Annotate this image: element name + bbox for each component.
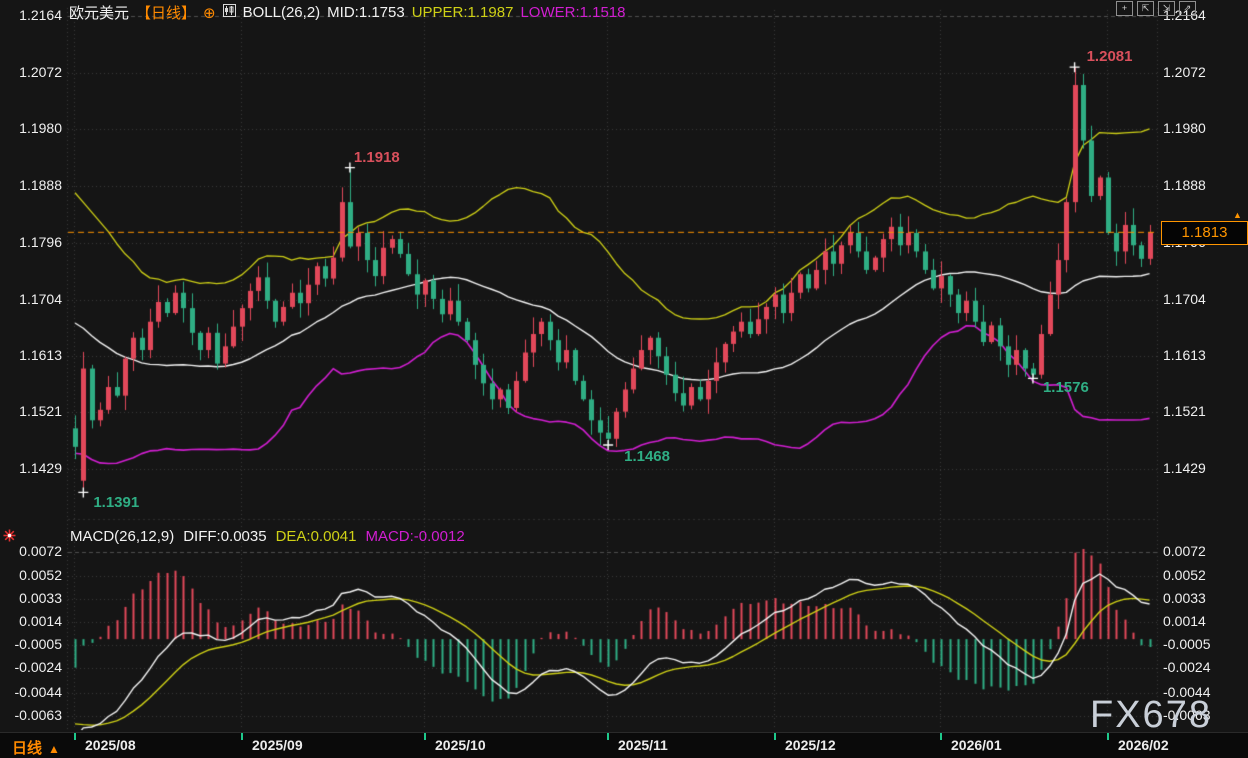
macd-header: MACD(26,12,9) DIFF:0.0035 DEA:0.0041 MAC… (70, 528, 474, 545)
macd-axis-label-right: 0.0072 (1163, 543, 1206, 559)
symbol-title: 欧元美元 (69, 2, 129, 23)
price-mark-label: 1.1391 (93, 494, 139, 511)
macd-axis-label-right: 0.0033 (1163, 590, 1206, 606)
watermark: FX678 (1090, 694, 1212, 737)
price-axis-label-right: 1.1613 (1163, 347, 1206, 363)
macd-axis-label-left: -0.0063 (2, 707, 62, 723)
period-tag: 【日线】 (136, 2, 196, 23)
current-price-badge[interactable]: 1.1813 (1161, 221, 1248, 245)
macd-axis-label-left: -0.0005 (2, 636, 62, 652)
price-mark-label: 1.1918 (354, 149, 400, 166)
price-axis-label-left: 1.1980 (2, 120, 62, 136)
macd-dea-value: DEA:0.0041 (276, 528, 357, 545)
alert-icon[interactable] (3, 529, 16, 547)
macd-axis-label-right: -0.0005 (1163, 636, 1210, 652)
period-selector[interactable]: 日线 ▲ (12, 737, 60, 758)
price-axis-label-left: 1.1521 (2, 403, 62, 419)
time-axis-tick (241, 733, 243, 740)
macd-axis-label-left: -0.0044 (2, 684, 62, 700)
kline-icon (223, 4, 236, 21)
time-axis-label: 2025/10 (435, 737, 486, 753)
time-axis-label: 2025/08 (85, 737, 136, 753)
boll-indicator-label: BOLL(26,2) (243, 4, 321, 21)
boll-lower-value: LOWER:1.1518 (520, 4, 625, 21)
macd-axis-label-right: -0.0024 (1163, 659, 1210, 675)
time-axis-label: 2026/01 (951, 737, 1002, 753)
price-axis-label-left: 1.2072 (2, 64, 62, 80)
price-axis-label-left: 1.1613 (2, 347, 62, 363)
crosshair-tool-icon[interactable]: + (1116, 1, 1133, 16)
chart-header: 欧元美元 【日线】 ⊕ BOLL(26,2) MID:1.1753 UPPER:… (69, 2, 633, 23)
macd-axis-label-right: 0.0052 (1163, 567, 1206, 583)
pane-expand-bottom-right-icon[interactable]: ⇲ (1158, 1, 1175, 16)
price-axis-label-left: 1.1704 (2, 291, 62, 307)
price-axis-label-right: 1.1704 (1163, 291, 1206, 307)
macd-diff-value: DIFF:0.0035 (183, 528, 266, 545)
macd-indicator-label: MACD(26,12,9) (70, 528, 174, 545)
price-axis-label-right: 1.2072 (1163, 64, 1206, 80)
price-up-arrow-icon: ▲ (1233, 210, 1242, 220)
time-axis-tick (607, 733, 609, 740)
macd-axis-label-left: 0.0014 (2, 613, 62, 629)
pane-export-icon[interactable]: ⇗ (1179, 1, 1196, 16)
macd-macd-value: MACD:-0.0012 (365, 528, 464, 545)
boll-upper-value: UPPER:1.1987 (412, 4, 514, 21)
price-mark-label: 1.1468 (624, 448, 670, 465)
price-axis-label-left: 1.1796 (2, 234, 62, 250)
time-axis: 2025/08 2025/09 2025/10 2025/11 2025/12 2026/… (0, 732, 1248, 758)
price-axis-label-right: 1.1429 (1163, 460, 1206, 476)
time-axis-tick (74, 733, 76, 740)
time-axis-label: 2025/09 (252, 737, 303, 753)
price-axis-label-left: 1.1429 (2, 460, 62, 476)
macd-axis-label-left: 0.0052 (2, 567, 62, 583)
price-axis-label-right: 1.1521 (1163, 403, 1206, 419)
price-axis-label-right: 1.1980 (1163, 120, 1206, 136)
time-axis-tick (774, 733, 776, 740)
boll-mid-value: MID:1.1753 (327, 4, 405, 21)
time-axis-label: 2026/02 (1118, 737, 1169, 753)
period-selector-arrow-icon: ▲ (48, 742, 60, 756)
price-axis-label-left: 1.2164 (2, 7, 62, 23)
macd-axis-label-left: -0.0024 (2, 659, 62, 675)
price-mark-label: 1.1576 (1043, 379, 1089, 396)
time-axis-label: 2025/11 (618, 737, 668, 753)
pane-expand-top-left-icon[interactable]: ⇱ (1137, 1, 1154, 16)
macd-axis-label-right: 0.0014 (1163, 613, 1206, 629)
price-mark-label: 1.2081 (1087, 48, 1133, 65)
period-selector-label[interactable]: 日线 (12, 740, 42, 757)
price-axis-label-left: 1.1888 (2, 177, 62, 193)
time-axis-tick (424, 733, 426, 740)
time-axis-tick (940, 733, 942, 740)
price-axis-label-right: 1.1888 (1163, 177, 1206, 193)
time-axis-label: 2025/12 (785, 737, 836, 753)
chart-toolbar: + ⇱ ⇲ ⇗ (1116, 1, 1200, 16)
macd-axis-label-left: 0.0033 (2, 590, 62, 606)
add-indicator-icon[interactable]: ⊕ (203, 4, 216, 22)
